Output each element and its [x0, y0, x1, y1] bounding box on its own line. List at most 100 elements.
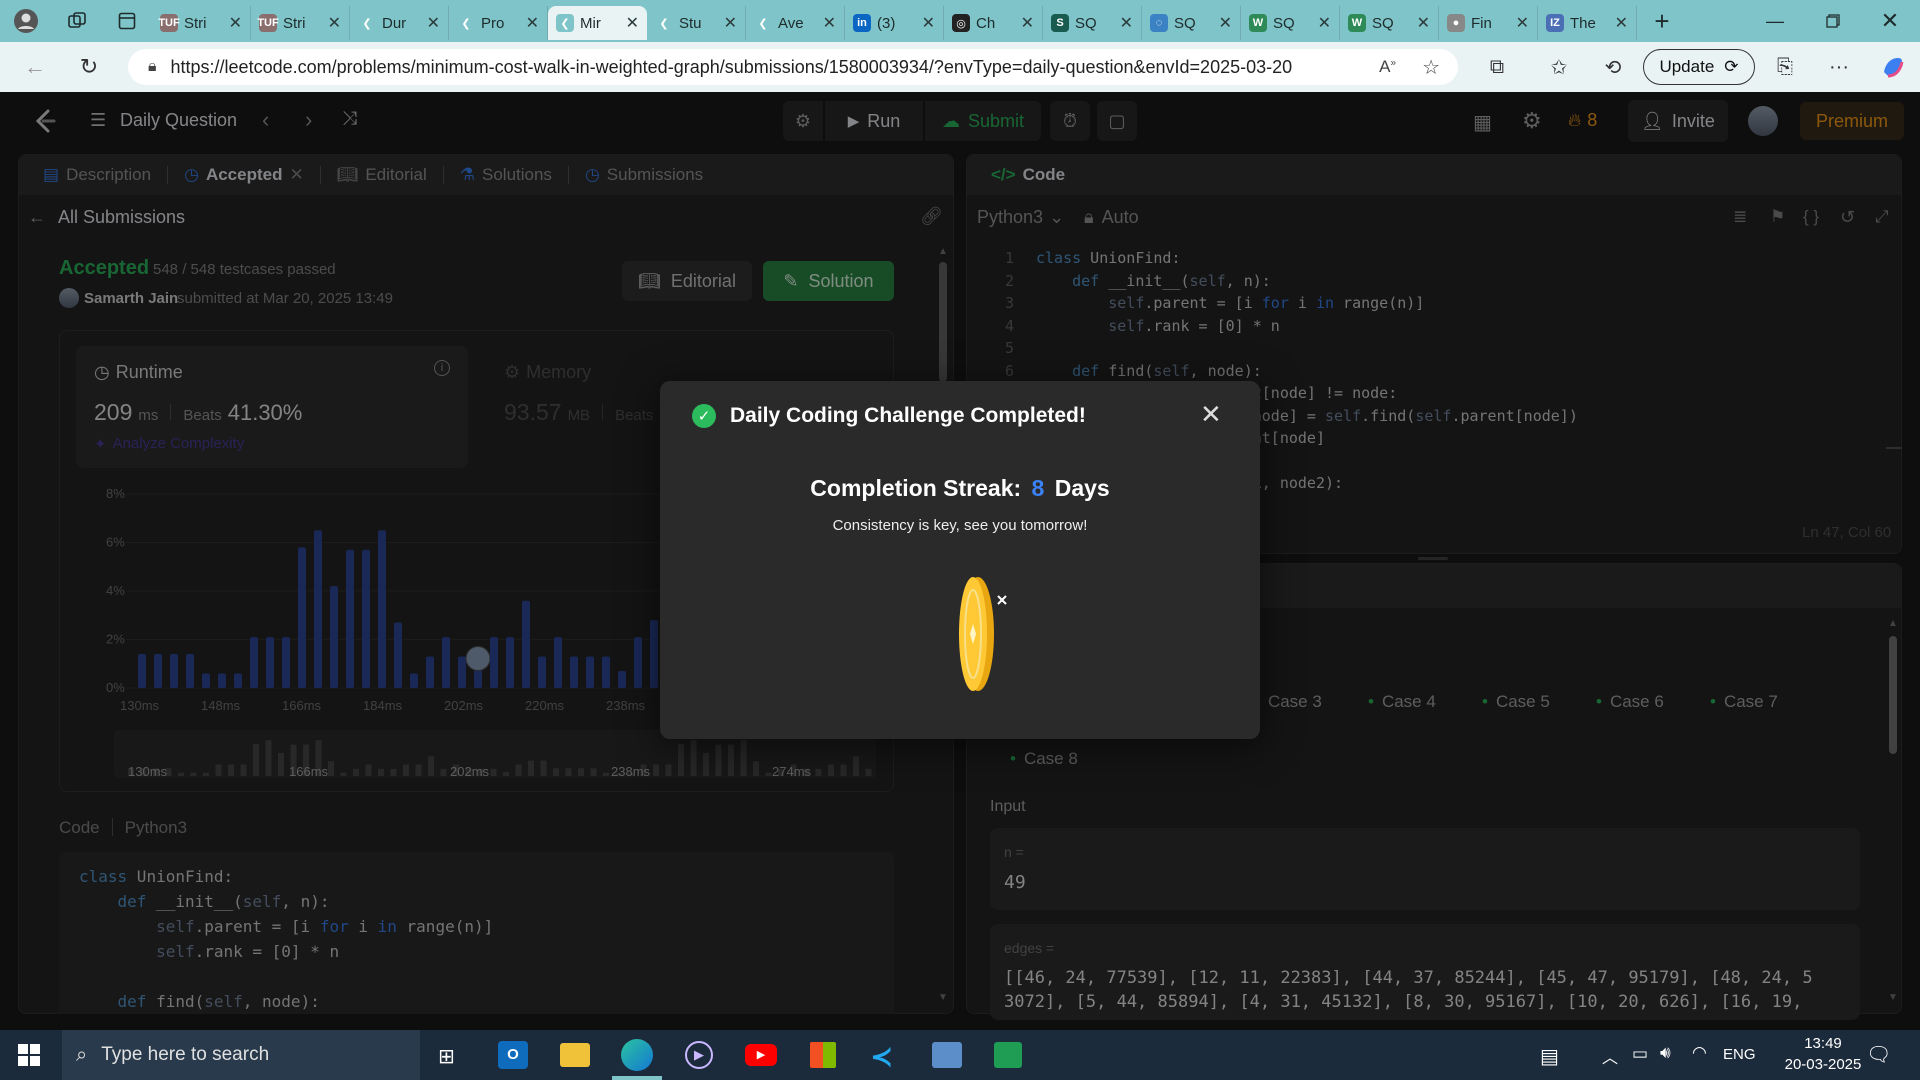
update-button[interactable]: Update ⟳: [1643, 49, 1755, 85]
wifi-icon[interactable]: ◠: [1692, 1043, 1707, 1063]
windows-taskbar: ⌕ Type here to search ⊞ O ▶ ▶ ≺ ▤ ︿ ▭ 🔊︎…: [0, 1030, 1920, 1080]
tab-favicon-icon: ●: [1447, 14, 1465, 32]
close-window-button[interactable]: ✕: [1862, 0, 1918, 42]
news-icon[interactable]: ▤: [1540, 1044, 1559, 1069]
close-tab-icon[interactable]: ✕: [724, 13, 737, 33]
notification-center-icon[interactable]: 🗨︎: [1866, 1042, 1891, 1067]
tab-favicon-icon: ❮: [754, 14, 772, 32]
tab-title: Stri: [184, 14, 207, 32]
browser-tab[interactable]: W SQ ✕: [1340, 6, 1439, 40]
browser-tab[interactable]: ❮ Ave ✕: [746, 6, 845, 40]
vscode-icon[interactable]: ≺: [870, 1040, 893, 1073]
browser-tab[interactable]: TUF Stri ✕: [251, 6, 350, 40]
tab-favicon-icon: ❮: [655, 14, 673, 32]
lock-icon: 🔒︎: [148, 58, 157, 75]
tabs-container: TUF Stri ✕ TUF Stri ✕ ❮ Dur ✕ ❮ Pro ✕ ❮ Mir ✕ ❮ Stu ✕ ❮ Ave…: [152, 0, 1637, 42]
close-tab-icon[interactable]: ✕: [328, 13, 341, 33]
clock-time[interactable]: 13:49: [1792, 1035, 1854, 1052]
close-tab-icon[interactable]: ✕: [1516, 13, 1529, 33]
streak-label: Completion Streak:: [810, 475, 1022, 501]
update-icon: ⟳: [1724, 57, 1739, 76]
close-tab-icon[interactable]: ✕: [1318, 13, 1331, 33]
close-tab-icon[interactable]: ✕: [626, 13, 639, 33]
browser-tab[interactable]: ❮ Mir ✕: [548, 6, 647, 40]
tab-favicon-icon: IZ: [1546, 14, 1564, 32]
address-row: ← ↻ 🔒︎ https://leetcode.com/problems/min…: [0, 42, 1920, 92]
favorite-star-icon[interactable]: ☆: [1422, 55, 1440, 80]
language-indicator[interactable]: ENG: [1723, 1046, 1756, 1063]
excel-icon[interactable]: [994, 1042, 1022, 1068]
share-icon[interactable]: ⎘: [1760, 42, 1810, 92]
maximize-button[interactable]: [1805, 0, 1861, 42]
close-tab-icon[interactable]: ✕: [427, 13, 440, 33]
close-tab-icon[interactable]: ✕: [526, 13, 539, 33]
outlook-icon[interactable]: O: [498, 1041, 528, 1069]
tab-favicon-icon: ◌: [1150, 14, 1168, 32]
tab-favicon-icon: W: [1249, 14, 1267, 32]
tab-actions-icon[interactable]: [102, 0, 152, 42]
close-tab-icon[interactable]: ✕: [1615, 13, 1628, 33]
browser-tab[interactable]: S SQ ✕: [1043, 6, 1142, 40]
close-tab-icon[interactable]: ✕: [1120, 13, 1133, 33]
streak-line: Completion Streak: 8 Days: [660, 475, 1260, 502]
extensions-icon[interactable]: ⧉: [1472, 42, 1522, 92]
tab-favicon-icon: ◎: [952, 14, 970, 32]
tab-title: Pro: [481, 14, 505, 32]
media-player-icon[interactable]: ▶: [685, 1041, 713, 1069]
streak-value: 8: [1031, 475, 1045, 501]
coin-icon: [959, 577, 1007, 691]
modal-close-button[interactable]: ✕: [1200, 399, 1222, 430]
task-view-icon[interactable]: ⊞: [438, 1044, 455, 1069]
new-tab-button[interactable]: +: [1637, 0, 1687, 42]
youtube-icon[interactable]: ▶: [745, 1044, 777, 1066]
close-tab-icon[interactable]: ✕: [1219, 13, 1232, 33]
profile-icon[interactable]: [0, 0, 52, 42]
copilot-icon[interactable]: [1868, 42, 1918, 92]
streak-unit: Days: [1054, 475, 1110, 501]
browser-tab[interactable]: ❮ Stu ✕: [647, 6, 746, 40]
browser-tab[interactable]: in (3) ✕: [845, 6, 944, 40]
browser-tab[interactable]: IZ The ✕: [1538, 6, 1637, 40]
clock-date[interactable]: 20-03-2025: [1770, 1056, 1876, 1073]
tab-title: SQ: [1372, 14, 1394, 32]
browser-tab[interactable]: TUF Stri ✕: [152, 6, 251, 40]
close-tab-icon[interactable]: ✕: [1417, 13, 1430, 33]
tab-favicon-icon: ❮: [556, 14, 574, 32]
tab-title: SQ: [1174, 14, 1196, 32]
close-tab-icon[interactable]: ✕: [1021, 13, 1034, 33]
daily-challenge-modal: ✓ Daily Coding Challenge Completed! ✕ Co…: [660, 381, 1260, 739]
search-icon: ⌕: [76, 1043, 88, 1066]
tab-favicon-icon: in: [853, 14, 871, 32]
workspaces-icon[interactable]: [52, 0, 102, 42]
tab-favicon-icon: ❮: [358, 14, 376, 32]
tray-chevron-icon[interactable]: ︿: [1602, 1044, 1618, 1068]
read-aloud-icon[interactable]: A»: [1379, 57, 1396, 77]
tab-title: Stri: [283, 14, 306, 32]
browser-tab[interactable]: ◎ Ch ✕: [944, 6, 1043, 40]
browser-tab[interactable]: ❮ Dur ✕: [350, 6, 449, 40]
close-tab-icon[interactable]: ✕: [823, 13, 836, 33]
history-icon[interactable]: ⟲: [1588, 42, 1638, 92]
browser-tab[interactable]: ◌ SQ ✕: [1142, 6, 1241, 40]
more-menu-icon[interactable]: ···: [1814, 42, 1864, 92]
close-tab-icon[interactable]: ✕: [922, 13, 935, 33]
taskbar-search-box[interactable]: ⌕ Type here to search: [62, 1030, 420, 1080]
edge-browser-icon[interactable]: [621, 1039, 653, 1071]
file-explorer-icon[interactable]: [560, 1043, 590, 1067]
microsoft-store-icon[interactable]: [810, 1042, 836, 1068]
minimize-button[interactable]: —: [1747, 0, 1803, 42]
url-bar[interactable]: 🔒︎ https://leetcode.com/problems/minimum…: [128, 49, 1458, 85]
back-button[interactable]: ←: [10, 42, 60, 92]
browser-tab[interactable]: W SQ ✕: [1241, 6, 1340, 40]
active-app-indicator: [612, 1076, 662, 1080]
refresh-button[interactable]: ↻: [64, 42, 114, 92]
tab-title: Mir: [580, 14, 601, 32]
close-tab-icon[interactable]: ✕: [229, 13, 242, 33]
control-panel-icon[interactable]: [932, 1042, 962, 1068]
windows-start-icon[interactable]: [18, 1044, 40, 1071]
favorites-icon[interactable]: ✩: [1534, 42, 1584, 92]
browser-tab[interactable]: ● Fin ✕: [1439, 6, 1538, 40]
volume-icon[interactable]: 🔊︎: [1660, 1043, 1671, 1063]
browser-tab[interactable]: ❮ Pro ✕: [449, 6, 548, 40]
battery-icon[interactable]: ▭: [1632, 1044, 1648, 1064]
